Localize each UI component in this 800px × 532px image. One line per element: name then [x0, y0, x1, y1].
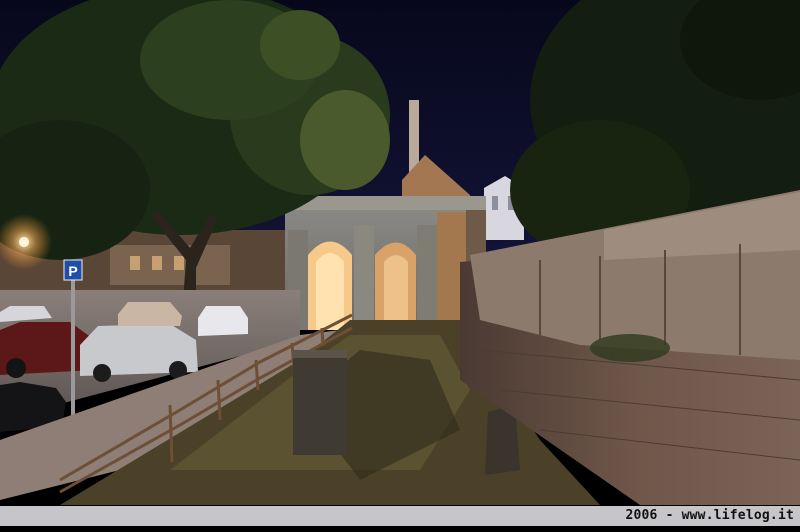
night-ruins-photo: P — [0, 0, 800, 505]
ancient-stone-gate — [280, 196, 486, 330]
photo-frame: P 2006 - www.lifelog.it — [0, 0, 800, 532]
caption-strip: 2006 - www.lifelog.it — [0, 506, 800, 526]
parking-sign-pole — [71, 278, 75, 423]
parking-sign-letter: P — [68, 263, 77, 279]
stone-pillar-fragment — [293, 350, 347, 455]
photo-caption: 2006 - www.lifelog.it — [625, 508, 794, 523]
